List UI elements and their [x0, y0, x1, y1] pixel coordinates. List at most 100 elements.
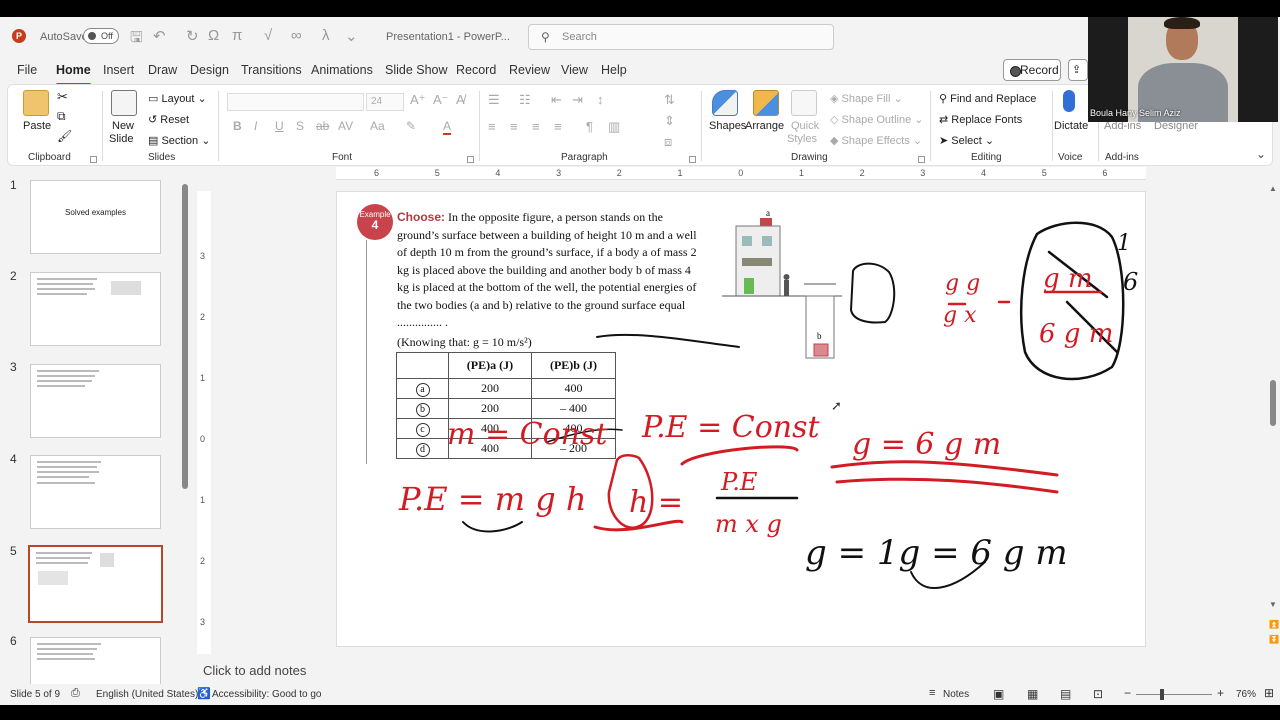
normal-view-icon[interactable]: ▣ — [993, 687, 1004, 701]
infinity-icon[interactable]: ∞ — [291, 27, 302, 44]
zoom-in-icon[interactable]: + — [1217, 686, 1224, 700]
tab-animations[interactable]: Animations — [311, 63, 373, 77]
increase-indent-icon[interactable]: ⇥ — [572, 92, 583, 108]
tab-slide-show[interactable]: Slide Show — [385, 63, 448, 77]
rtl-icon[interactable]: ¶ — [586, 119, 593, 134]
lambda-icon[interactable]: λ — [322, 27, 330, 44]
zoom-out-icon[interactable]: − — [1124, 686, 1131, 700]
omega-icon[interactable]: Ω — [208, 27, 219, 44]
tab-draw[interactable]: Draw — [148, 63, 177, 77]
previous-slide-icon[interactable]: ⏫ — [1269, 620, 1279, 629]
numbering-icon[interactable]: ☷ — [519, 92, 531, 108]
notes-button[interactable]: Notes — [943, 689, 969, 700]
collapse-ribbon-icon[interactable]: ⌄ — [1256, 147, 1266, 161]
shapes-icon[interactable] — [712, 90, 738, 116]
scroll-down-icon[interactable]: ▼ — [1269, 600, 1277, 609]
thumbnail-slide-3[interactable] — [30, 364, 161, 438]
format-painter-icon[interactable]: 🖌 — [57, 129, 72, 143]
arrange-button[interactable]: Arrange — [745, 120, 784, 132]
copy-icon[interactable]: ⧉ — [57, 109, 66, 124]
thumbnail-scrollbar[interactable] — [181, 176, 189, 681]
drawing-launcher-icon[interactable] — [918, 156, 925, 163]
shape-outline-button[interactable]: ◇ Shape Outline ⌄ — [830, 113, 924, 126]
font-size-select[interactable]: 24 — [366, 93, 404, 111]
quick-styles-label-2[interactable]: Styles — [787, 133, 817, 145]
quick-styles-icon[interactable] — [791, 90, 817, 116]
tab-record[interactable]: Record — [456, 63, 496, 77]
autosave-toggle[interactable]: Off — [83, 28, 119, 44]
new-slide-label-2[interactable]: Slide — [109, 133, 133, 145]
new-slide-icon[interactable] — [111, 90, 137, 116]
quick-styles-label-1[interactable]: Quick — [791, 120, 819, 132]
bullets-icon[interactable]: ☰ — [488, 92, 500, 108]
justify-icon[interactable]: ≡ — [554, 119, 562, 134]
strikethrough-icon[interactable]: ab — [316, 119, 329, 133]
tab-transitions[interactable]: Transitions — [241, 63, 302, 77]
tab-review[interactable]: Review — [509, 63, 550, 77]
shapes-button[interactable]: Shapes — [709, 120, 746, 132]
share-button[interactable]: ⇪ — [1068, 59, 1088, 81]
paste-button[interactable]: Paste — [23, 120, 51, 132]
align-right-icon[interactable]: ≡ — [532, 119, 540, 134]
search-input[interactable]: ⚲ Search — [528, 24, 834, 50]
fit-to-window-icon[interactable]: ⊞ — [1264, 686, 1274, 700]
find-replace-button[interactable]: ⚲ Find and Replace — [939, 92, 1036, 105]
clipboard-launcher-icon[interactable] — [90, 156, 97, 163]
notes-pane[interactable]: Click to add notes — [192, 654, 1272, 684]
decrease-indent-icon[interactable]: ⇤ — [551, 92, 562, 108]
tab-home[interactable]: Home — [56, 63, 91, 86]
paragraph-launcher-icon[interactable] — [689, 156, 696, 163]
underline-icon[interactable]: U — [275, 119, 284, 133]
thumbnail-slide-2[interactable] — [30, 272, 161, 346]
tab-help[interactable]: Help — [601, 63, 627, 77]
scrollbar-thumb[interactable] — [1270, 380, 1276, 426]
align-left-icon[interactable]: ≡ — [488, 119, 496, 134]
font-launcher-icon[interactable] — [467, 156, 474, 163]
reset-button[interactable]: ↺ Reset — [148, 113, 189, 126]
sqrt-icon[interactable]: √ — [264, 27, 272, 44]
shape-effects-button[interactable]: ◆ Shape Effects ⌄ — [830, 134, 922, 147]
accessibility-status[interactable]: Accessibility: Good to go — [212, 689, 322, 700]
pi-icon[interactable]: π — [232, 27, 242, 44]
smartart-icon[interactable]: ⧈ — [664, 134, 672, 150]
italic-icon[interactable]: I — [254, 119, 257, 133]
slideshow-icon[interactable]: ⊡ — [1093, 687, 1103, 701]
tab-file[interactable]: File — [17, 63, 37, 77]
align-center-icon[interactable]: ≡ — [510, 119, 518, 134]
zoom-slider-track[interactable] — [1136, 694, 1212, 695]
select-button[interactable]: ➤ Select ⌄ — [939, 134, 994, 147]
undo-icon[interactable]: ↶ — [153, 27, 166, 45]
columns-icon[interactable]: ▥ — [608, 119, 620, 135]
next-slide-icon[interactable]: ⏬ — [1269, 635, 1279, 644]
slide-sorter-icon[interactable]: ▦ — [1027, 687, 1038, 701]
replace-fonts-button[interactable]: ⇄ Replace Fonts — [939, 113, 1022, 126]
cut-icon[interactable]: ✂ — [57, 89, 68, 105]
line-spacing-icon[interactable]: ↕ — [597, 92, 604, 107]
record-button[interactable]: Record — [1003, 59, 1061, 81]
zoom-slider-thumb[interactable] — [1160, 689, 1164, 700]
dictate-button[interactable]: Dictate — [1054, 120, 1088, 132]
section-button[interactable]: ▤ Section ⌄ — [148, 134, 210, 147]
save-icon[interactable]: 🖫 — [130, 27, 143, 52]
microphone-icon[interactable] — [1063, 90, 1075, 112]
shadow-icon[interactable]: S — [296, 119, 304, 133]
new-slide-label-1[interactable]: New — [112, 120, 134, 132]
thumbnail-slide-1[interactable]: Solved examples — [30, 180, 161, 254]
grow-font-icon[interactable]: A⁺ — [410, 92, 426, 108]
scrollbar-thumb[interactable] — [182, 184, 188, 489]
change-case-icon[interactable]: Aa — [370, 119, 385, 133]
bold-icon[interactable]: B — [233, 119, 242, 133]
zoom-level[interactable]: 76% — [1236, 689, 1256, 700]
highlight-icon[interactable]: ✎ — [406, 119, 416, 133]
slide-canvas[interactable]: Example 4 Choose: In the opposite figure… — [336, 191, 1146, 647]
font-color-icon[interactable]: A — [443, 119, 452, 135]
spelling-icon[interactable]: ⎙ — [71, 687, 80, 700]
tab-view[interactable]: View — [561, 63, 588, 77]
shrink-font-icon[interactable]: A⁻ — [433, 92, 449, 108]
shape-fill-button[interactable]: ◈ Shape Fill ⌄ — [830, 92, 903, 105]
paste-icon[interactable] — [23, 90, 49, 116]
thumbnail-slide-4[interactable] — [30, 455, 161, 529]
reading-view-icon[interactable]: ▤ — [1060, 687, 1071, 701]
tab-insert[interactable]: Insert — [103, 63, 134, 77]
layout-button[interactable]: ▭ Layout ⌄ — [148, 92, 207, 105]
